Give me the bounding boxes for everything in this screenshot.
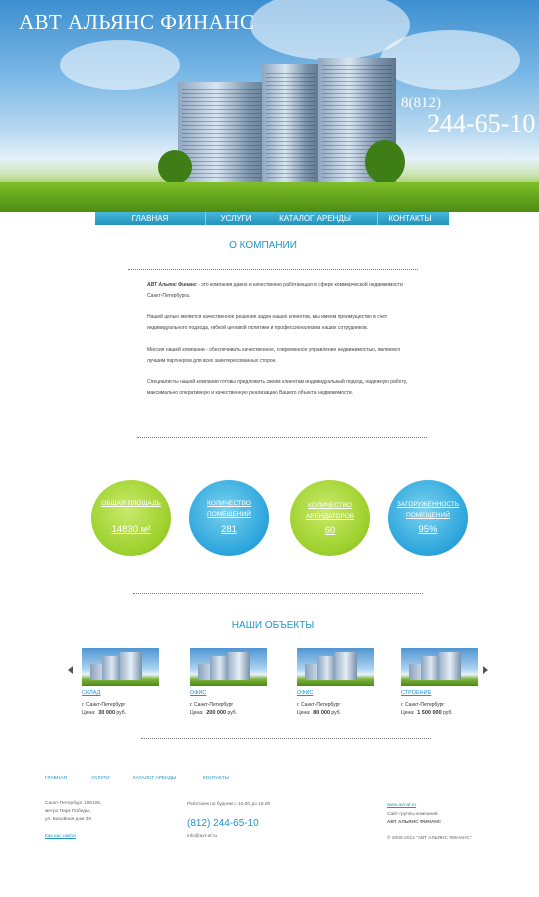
object-city: г. Санкт-Петербург xyxy=(401,702,445,708)
footer-nav-home[interactable]: ГЛАВНАЯ xyxy=(45,776,67,781)
stat-value: 14830 м² xyxy=(111,524,151,535)
price-currency: руб. xyxy=(443,710,453,716)
phone-number: 244-65-10 xyxy=(427,109,536,138)
footer-nav-catalog[interactable]: КАТАЛОГ АРЕНДЫ xyxy=(133,776,176,781)
map-link[interactable]: Как нас найти xyxy=(45,834,76,839)
footer-site-link[interactable]: www.avt-af.ru xyxy=(387,803,416,808)
stat-label: ОБЩАЯ ПЛОЩАДЬ xyxy=(101,500,161,507)
grass-image xyxy=(0,182,539,212)
price-currency: руб. xyxy=(116,710,126,716)
nav-item-services[interactable]: УСЛУГИ xyxy=(206,212,266,225)
object-name-link[interactable]: СКЛАД xyxy=(82,690,100,696)
stat-value: 281 xyxy=(221,524,237,535)
stat-total-area[interactable]: ОБЩАЯ ПЛОЩАДЬ 14830 м² xyxy=(91,480,171,556)
object-name-link[interactable]: ОФИС xyxy=(297,690,313,696)
stat-label: КОЛИЧЕСТВО ПОМЕЩЕНИЙ xyxy=(207,500,251,518)
price-label: Цена: xyxy=(190,710,204,716)
stat-rooms-count[interactable]: КОЛИЧЕСТВО ПОМЕЩЕНИЙ 281 xyxy=(189,480,269,556)
nav-item-catalog[interactable]: КАТАЛОГ АРЕНДЫ xyxy=(270,212,360,225)
object-thumbnail[interactable] xyxy=(82,648,159,686)
about-paragraph: АВТ Альянс Финанс - это компания давно и… xyxy=(147,280,419,302)
object-thumbnail[interactable] xyxy=(297,648,374,686)
dotted-divider xyxy=(137,437,427,438)
object-price: Цена: 200 000 руб. xyxy=(190,710,237,716)
nav-item-home[interactable]: ГЛАВНАЯ xyxy=(95,212,205,225)
dotted-divider xyxy=(128,269,418,270)
about-title: О КОМПАНИИ xyxy=(229,240,297,251)
price-label: Цена: xyxy=(82,710,96,716)
footer-copyright: © 2000-2012 "АВТ АЛЬЯНС ФИНАНС" xyxy=(387,836,472,841)
arrow-right-icon[interactable] xyxy=(483,666,488,674)
price-currency: руб. xyxy=(331,710,341,716)
building-image xyxy=(262,64,320,182)
price-value: 200 000 xyxy=(206,710,227,716)
cloud-shape xyxy=(60,40,180,90)
object-name-link[interactable]: СТРОЕНИЕ xyxy=(401,690,431,696)
object-price: Цена: 1 500 000 руб. xyxy=(401,710,453,716)
nav-item-contacts[interactable]: КОНТАКТЫ xyxy=(378,212,442,225)
footer-address-line: ул. Басейная дом 38 xyxy=(45,817,91,822)
about-paragraph: Специалисты нашей компании готовы предло… xyxy=(147,379,408,396)
price-label: Цена: xyxy=(401,710,415,716)
dotted-divider xyxy=(133,593,423,594)
tree-image xyxy=(158,150,192,184)
price-label: Цена: xyxy=(297,710,311,716)
price-value: 80 000 xyxy=(313,710,331,716)
building-image xyxy=(178,82,273,182)
company-name: АВТ Альянс Финанс xyxy=(147,282,197,288)
stat-occupancy[interactable]: ЗАГОРУЖЕННОСТЬ ПОМЕЩЕНИЙ 95% xyxy=(388,480,468,556)
footer-hours: Работаем по будням с 10.00 до 18.00 xyxy=(187,802,271,807)
price-value: 30 000 xyxy=(98,710,116,716)
object-name-link[interactable]: ОФИС xyxy=(190,690,206,696)
object-price: Цена: 30 000 руб. xyxy=(82,710,126,716)
object-city: г. Санкт-Петербург xyxy=(297,702,341,708)
footer-group-label: Сайт группы компаний xyxy=(387,812,438,817)
footer-email[interactable]: info@avt-af.ru xyxy=(187,833,217,841)
footer-address-line: Санкт-Петербург 196105, xyxy=(45,801,102,806)
object-thumbnail[interactable] xyxy=(190,648,267,686)
cloud-shape xyxy=(380,30,520,90)
dotted-divider xyxy=(141,738,431,739)
object-city: г. Санкт-Петербург xyxy=(82,702,126,708)
stat-value: 95% xyxy=(418,524,438,535)
footer-nav-services[interactable]: УСЛУГИ xyxy=(91,776,110,781)
site-logo[interactable]: АВТ АЛЬЯНС ФИНАНС xyxy=(19,10,255,35)
footer-address-line: метро Парк Победы, xyxy=(45,809,91,814)
object-city: г. Санкт-Петербург xyxy=(190,702,234,708)
object-thumbnail[interactable] xyxy=(401,648,478,686)
objects-title: НАШИ ОБЪЕКТЫ xyxy=(231,620,315,631)
about-paragraph: Миссия нашей компании - обеспечивать кач… xyxy=(147,347,400,364)
stat-tenants-count[interactable]: КОЛИЧЕСТВО АРЕНДАТОРОВ 60 xyxy=(290,480,370,556)
about-paragraph: Нашей целью является качественное решени… xyxy=(147,314,388,331)
stat-value: 60 xyxy=(324,525,336,536)
header-banner: АВТ АЛЬЯНС ФИНАНС 8(812) 244-65-10 xyxy=(0,0,539,212)
stat-label: ЗАГОРУЖЕННОСТЬ ПОМЕЩЕНИЙ xyxy=(396,501,460,519)
price-currency: руб. xyxy=(227,710,238,716)
footer-nav-contacts[interactable]: КОНТАКТЫ xyxy=(203,776,229,781)
object-price: Цена: 80 000 руб. xyxy=(297,710,341,716)
arrow-left-icon[interactable] xyxy=(68,666,73,674)
stat-label: КОЛИЧЕСТВО АРЕНДАТОРОВ xyxy=(305,502,355,520)
footer-phone: (812) 244-65-10 xyxy=(187,818,259,829)
price-value: 1 500 000 xyxy=(417,710,442,716)
footer-group-name: АВТ АЛЬЯНС ФИНАНС xyxy=(387,820,442,825)
tree-image xyxy=(365,140,405,184)
main-nav: ГЛАВНАЯ УСЛУГИ КАТАЛОГ АРЕНДЫ КОНТАКТЫ xyxy=(95,212,449,225)
